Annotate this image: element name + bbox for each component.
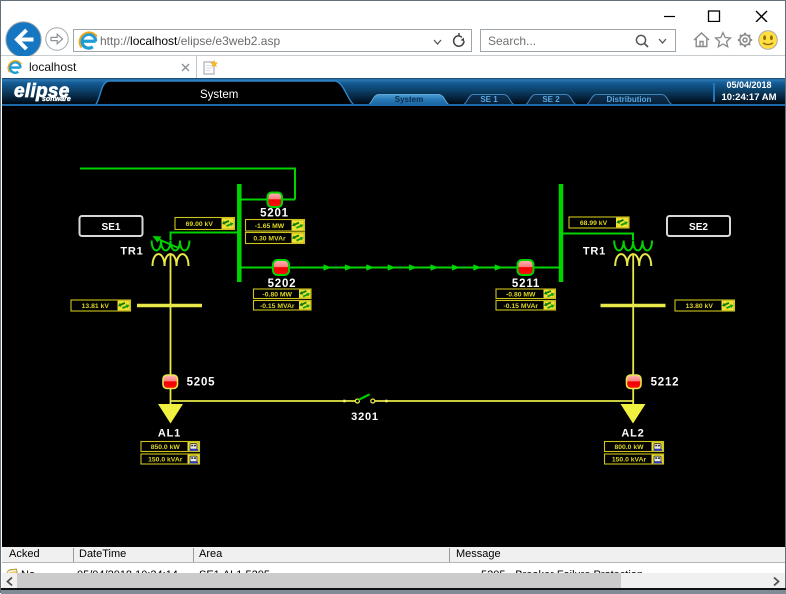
svg-text:-0.80 MW: -0.80 MW (506, 291, 536, 298)
svg-text:13.81 kV: 13.81 kV (82, 303, 110, 310)
svg-text:800.0 kW: 800.0 kW (614, 444, 644, 451)
svg-text:AL2: AL2 (621, 428, 644, 440)
svg-text:5201: 5201 (260, 208, 289, 220)
svg-text:TR1: TR1 (583, 246, 606, 258)
svg-text:68.99 kV: 68.99 kV (580, 220, 608, 227)
svg-text:-0.15 MVAr: -0.15 MVAr (503, 303, 538, 310)
svg-text:SE1: SE1 (102, 222, 121, 233)
svg-text:150.0 kVAr: 150.0 kVAr (612, 457, 647, 464)
svg-text:13.80 kV: 13.80 kV (686, 303, 714, 310)
svg-text:AL1: AL1 (158, 428, 181, 440)
svg-text:-0.15 MVAr: -0.15 MVAr (260, 303, 295, 310)
svg-text:5211: 5211 (512, 278, 540, 290)
svg-text:SE2: SE2 (689, 222, 708, 233)
svg-text:5212: 5212 (651, 377, 680, 389)
svg-text:69.00 kV: 69.00 kV (186, 221, 214, 228)
svg-text:5202: 5202 (268, 278, 297, 290)
svg-text:-1.65 MW: -1.65 MW (255, 223, 285, 230)
svg-text:5205: 5205 (187, 377, 216, 389)
svg-text:3201: 3201 (351, 411, 379, 423)
svg-text:TR1: TR1 (120, 246, 143, 258)
svg-text:150.0 kVAr: 150.0 kVAr (148, 457, 183, 464)
svg-text:-0.80 MW: -0.80 MW (263, 291, 293, 298)
svg-text:0.30 MVAr: 0.30 MVAr (253, 236, 286, 243)
svg-text:850.0 kW: 850.0 kW (151, 444, 181, 451)
